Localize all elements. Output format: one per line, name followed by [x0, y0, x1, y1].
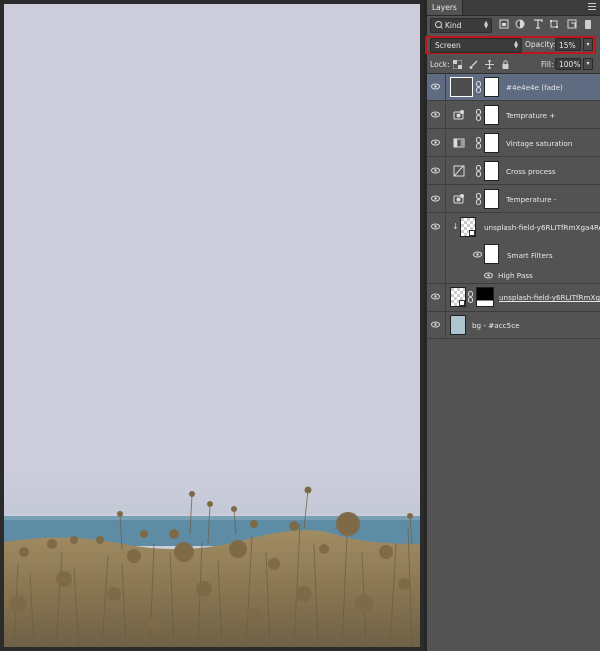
layer-row-masked-smart-object[interactable]: unsplash-field-y6RLITfRmXga4Reph: [427, 284, 600, 312]
smart-object-thumbnail: [450, 287, 466, 307]
lock-all-icon[interactable]: [501, 60, 510, 69]
smart-object-badge-icon: [459, 300, 465, 306]
opacity-label: Opacity:: [525, 40, 556, 49]
layer-name[interactable]: Cross process: [506, 167, 556, 176]
layer-mask-thumbnail[interactable]: [484, 105, 499, 125]
photo-filter-adjustment-icon: [453, 194, 464, 204]
layer-row-cross-process[interactable]: Cross process: [427, 158, 600, 185]
layer-name[interactable]: unsplash-field-y6RLITfRmXga4Reph: [499, 293, 600, 302]
smart-object-filter-icon[interactable]: [567, 19, 577, 29]
search-icon: [435, 21, 442, 28]
filter-kind-select[interactable]: Kind ▲ ▼: [430, 18, 492, 33]
smart-filters-label[interactable]: Smart Filters: [507, 251, 553, 260]
type-layer-filter-icon[interactable]: [533, 19, 543, 29]
visibility-eye-icon[interactable]: [431, 110, 440, 119]
layer-name[interactable]: Vintage saturation: [506, 139, 572, 148]
layer-row-smart-object[interactable]: ↓ unsplash-field-y6RLITfRmXga4Rephk: [427, 214, 600, 242]
blend-mode-select[interactable]: Screen ▲ ▼: [430, 38, 522, 53]
layer-row-temperature-minus[interactable]: Temperature -: [427, 186, 600, 213]
visibility-eye-icon[interactable]: [431, 82, 440, 91]
link-chain-icon[interactable]: [476, 81, 481, 93]
visibility-eye-icon[interactable]: [484, 271, 493, 280]
filter-kind-label: Kind: [445, 21, 462, 30]
visibility-eye-icon[interactable]: [431, 166, 440, 175]
layer-mask-thumbnail[interactable]: [484, 77, 499, 97]
pixel-layer-filter-icon[interactable]: [499, 19, 509, 29]
filter-toggle-switch[interactable]: [585, 20, 591, 29]
fill-input[interactable]: 100%: [555, 58, 581, 70]
opacity-dropdown-button[interactable]: ▾: [583, 38, 593, 51]
link-chain-icon[interactable]: [468, 291, 473, 303]
layer-name[interactable]: Temprature +: [506, 111, 555, 120]
adjustment-layer-filter-icon[interactable]: [515, 19, 525, 29]
blend-mode-value: Screen: [435, 41, 461, 50]
link-chain-icon[interactable]: [476, 137, 481, 149]
photo-filter-adjustment-icon: [453, 110, 464, 120]
chevron-updown-icon: ▲ ▼: [484, 20, 488, 30]
panel-menu-icon[interactable]: [588, 3, 596, 11]
fill-label: Fill:: [541, 60, 554, 69]
link-chain-icon[interactable]: [476, 109, 481, 121]
visibility-eye-icon[interactable]: [431, 320, 440, 329]
link-chain-icon[interactable]: [476, 193, 481, 205]
layer-row-temperature-plus[interactable]: Temprature +: [427, 102, 600, 129]
layer-row-fade[interactable]: #4e4e4e (fade): [427, 74, 600, 101]
chevron-updown-icon: ▲ ▼: [514, 40, 518, 50]
visibility-eye-icon[interactable]: [431, 292, 440, 301]
layer-mask-thumbnail[interactable]: [484, 189, 499, 209]
filter-row-high-pass[interactable]: High Pass: [427, 268, 600, 284]
lock-label: Lock:: [430, 60, 450, 69]
layer-mask-thumbnail[interactable]: [484, 161, 499, 181]
lock-position-icon[interactable]: [485, 60, 494, 69]
panel-tab-bar: Layers: [427, 0, 600, 16]
filter-name[interactable]: High Pass: [498, 271, 533, 280]
layer-filter-row: Kind ▲ ▼: [427, 16, 600, 34]
layer-row-vintage-saturation[interactable]: Vintage saturation: [427, 130, 600, 157]
visibility-eye-icon[interactable]: [431, 138, 440, 147]
visibility-eye-icon[interactable]: [431, 222, 440, 231]
layer-name[interactable]: bg - #acc5ce: [472, 321, 520, 330]
layer-thumbnail-fill: [450, 77, 473, 97]
hue-saturation-adjustment-icon: [453, 138, 465, 148]
layer-name[interactable]: #4e4e4e (fade): [506, 83, 563, 92]
shape-layer-filter-icon[interactable]: [549, 19, 559, 29]
field-photo: [4, 4, 420, 647]
layer-mask-thumbnail[interactable]: [476, 287, 494, 307]
layer-thumbnail-fill: [450, 315, 466, 335]
opacity-input[interactable]: 15%: [555, 38, 581, 51]
visibility-eye-icon[interactable]: [473, 250, 482, 259]
blend-opacity-row: Screen ▲ ▼ Opacity: 15% ▾: [425, 34, 600, 56]
visibility-eye-icon[interactable]: [431, 194, 440, 203]
smart-filter-mask-thumbnail[interactable]: [484, 244, 499, 264]
layer-mask-thumbnail[interactable]: [484, 133, 499, 153]
smart-filters-row[interactable]: Smart Filters: [427, 242, 600, 268]
photo-preview[interactable]: [4, 4, 420, 647]
layer-name[interactable]: unsplash-field-y6RLITfRmXga4Rephk: [484, 223, 600, 232]
tab-layers[interactable]: Layers: [427, 0, 463, 15]
smart-object-badge-icon: [469, 230, 475, 236]
document-canvas[interactable]: [0, 0, 424, 651]
clipping-arrow-icon: ↓: [452, 222, 459, 231]
lock-fill-row: Lock: Fill: 100% ▾: [427, 57, 600, 74]
lock-transparent-pixels-icon[interactable]: [453, 60, 462, 69]
lock-image-pixels-icon[interactable]: [469, 60, 478, 69]
fill-dropdown-button[interactable]: ▾: [583, 58, 593, 70]
curves-adjustment-icon: [453, 165, 465, 177]
layers-empty-area: [427, 339, 600, 651]
layer-row-background[interactable]: bg - #acc5ce: [427, 312, 600, 339]
layer-name[interactable]: Temperature -: [506, 195, 556, 204]
link-chain-icon[interactable]: [476, 165, 481, 177]
layers-panel: Layers Kind ▲ ▼ Screen ▲ ▼ Opacity: 15% …: [425, 0, 600, 651]
smart-object-thumbnail: [460, 217, 476, 237]
